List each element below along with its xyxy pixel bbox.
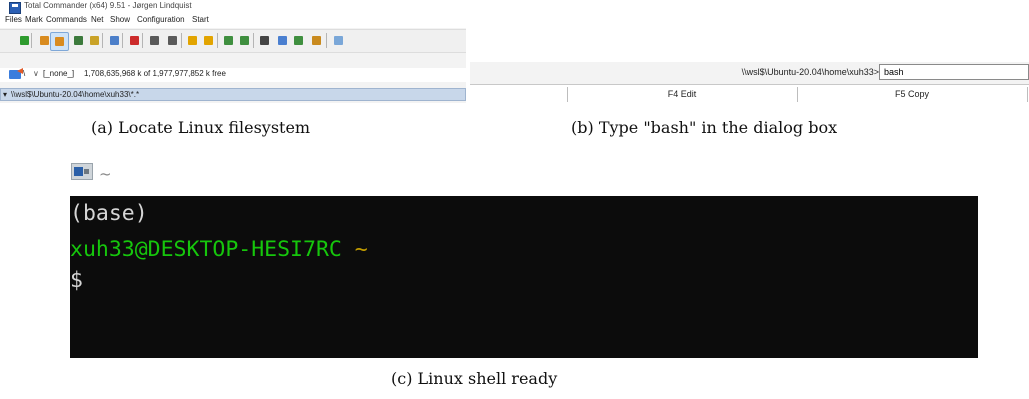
- toolbar-separator: [326, 33, 327, 48]
- menu-net[interactable]: Net: [91, 15, 103, 24]
- toolbar-separator: [102, 33, 103, 48]
- full-view-icon[interactable]: [50, 32, 69, 51]
- title-bar: Total Commander (x64) 9.51 - Jørgen Lind…: [0, 0, 466, 14]
- free-space-text: 1,708,635,968 k of 1,977,977,852 k free: [84, 69, 226, 78]
- unpack-icon[interactable]: [202, 34, 215, 47]
- reread-icon[interactable]: [18, 34, 31, 47]
- menu-commands[interactable]: Commands: [46, 15, 87, 24]
- menu-show[interactable]: Show: [110, 15, 130, 24]
- menu-mark[interactable]: Mark: [25, 15, 43, 24]
- toolbar-separator: [122, 33, 123, 48]
- toolbar-separator: [181, 33, 182, 48]
- current-path: \\wsl$\Ubuntu-20.04\home\xuh33\*.*: [11, 90, 140, 99]
- menu-bar: Files Mark Commands Net Show Configurati…: [0, 14, 466, 28]
- invert-selection-icon[interactable]: [108, 34, 121, 47]
- tree-icon[interactable]: [88, 34, 101, 47]
- notepad-icon[interactable]: [332, 34, 345, 47]
- toolbar: [0, 29, 466, 53]
- drive-label: [_none_]: [43, 69, 75, 78]
- unselect-icon[interactable]: [128, 34, 141, 47]
- window-title: Total Commander (x64) 9.51 - Jørgen Lind…: [24, 1, 192, 10]
- terminal-tab-title[interactable]: ~: [99, 165, 112, 183]
- find-icon[interactable]: [258, 34, 271, 47]
- menu-configuration[interactable]: Configuration: [137, 15, 185, 24]
- terminal-app-icon: [71, 163, 93, 180]
- path-bar[interactable]: ▾ \\wsl$\Ubuntu-20.04\home\xuh33\*.*: [0, 88, 466, 101]
- drive-icon[interactable]: [9, 70, 21, 79]
- pack-icon[interactable]: [186, 34, 199, 47]
- command-input[interactable]: [879, 64, 1029, 80]
- function-key-bar: F4 Edit F5 Copy: [470, 84, 1029, 104]
- total-commander-app-icon: [9, 2, 21, 14]
- cwd-tilde: ~: [354, 237, 368, 262]
- toolbar-separator: [142, 33, 143, 48]
- conda-env-line: (base): [70, 201, 148, 226]
- path-history-icon[interactable]: ▾: [3, 90, 7, 99]
- menu-start[interactable]: Start: [192, 15, 209, 24]
- chevron-down-icon[interactable]: ∨: [33, 69, 39, 78]
- compare-icon[interactable]: [292, 34, 305, 47]
- terminal-window[interactable]: (base) xuh33@DESKTOP-HESI7RC ~ $: [70, 196, 978, 358]
- toolbar-separator: [253, 33, 254, 48]
- menu-files[interactable]: Files: [5, 15, 22, 24]
- command-line-panel: \\wsl$\Ubuntu-20.04\home\xuh33> F4 Edit …: [470, 62, 1029, 104]
- back-icon[interactable]: [148, 34, 161, 47]
- caption-a: (a) Locate Linux filesystem: [91, 118, 311, 137]
- command-line: \\wsl$\Ubuntu-20.04\home\xuh33>: [470, 62, 1029, 83]
- drive-bar: \ ∨ [_none_] 1,708,635,968 k of 1,977,97…: [0, 68, 466, 82]
- command-path-prompt: \\wsl$\Ubuntu-20.04\home\xuh33>: [741, 67, 879, 77]
- user-host: xuh33@DESKTOP-HESI7RC: [70, 237, 342, 262]
- thumbnails-icon[interactable]: [72, 34, 85, 47]
- sync-icon[interactable]: [310, 34, 323, 47]
- shell-prompt: $: [70, 268, 83, 293]
- f4-edit-button[interactable]: F4 Edit: [568, 85, 796, 104]
- forward-icon[interactable]: [166, 34, 179, 47]
- url-icon[interactable]: [238, 34, 251, 47]
- toolbar-separator: [31, 33, 32, 48]
- root-separator[interactable]: \: [23, 69, 25, 78]
- multi-rename-icon[interactable]: [276, 34, 289, 47]
- total-commander-window: Total Commander (x64) 9.51 - Jørgen Lind…: [0, 0, 466, 103]
- prompt-user-line: xuh33@DESKTOP-HESI7RC ~: [70, 237, 368, 262]
- caption-c: (c) Linux shell ready: [391, 369, 558, 388]
- caption-b: (b) Type "bash" in the dialog box: [571, 118, 838, 137]
- ftp-icon[interactable]: [222, 34, 235, 47]
- f5-copy-button[interactable]: F5 Copy: [798, 85, 1026, 104]
- fkey-divider: [1027, 87, 1028, 102]
- toolbar-separator: [217, 33, 218, 48]
